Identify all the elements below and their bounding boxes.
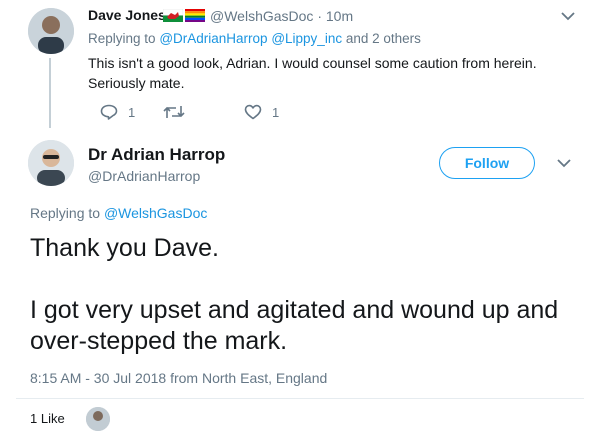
author-name[interactable]: Dr Adrian Harrop <box>88 145 225 165</box>
chevron-down-icon[interactable] <box>560 9 576 27</box>
replying-to-prefix: Replying to <box>88 31 156 46</box>
reply-count: 1 <box>128 104 136 120</box>
tweet-timestamp[interactable]: 8:15 AM - 30 Jul 2018 from North East, E… <box>30 370 327 386</box>
reply-button[interactable]: 1 <box>100 104 135 120</box>
time-separator: · <box>317 8 322 24</box>
tweet-time[interactable]: 10m <box>326 8 353 24</box>
mention-link[interactable]: @Lippy_inc <box>271 31 342 46</box>
like-count: 1 <box>272 104 280 120</box>
mention-link[interactable]: @WelshGasDoc <box>104 205 207 221</box>
author-handle[interactable]: @WelshGasDoc <box>210 8 313 24</box>
author-name[interactable]: Dave Jones <box>88 7 166 23</box>
likes-count[interactable]: 1 Like <box>30 411 65 426</box>
replying-to-others[interactable]: and 2 others <box>346 31 421 46</box>
wales-flag-icon <box>163 9 183 22</box>
tweet-paragraph: I got very upset and agitated and wound … <box>30 296 559 355</box>
avatar-image <box>28 8 74 54</box>
thread-connector-line <box>49 58 51 128</box>
retweet-button[interactable] <box>163 104 195 120</box>
mention-link[interactable]: @DrAdrianHarrop <box>159 31 267 46</box>
tweet-paragraph: Thank you Dave. <box>30 234 219 262</box>
author-handle[interactable]: @DrAdrianHarrop <box>88 168 200 184</box>
replying-to-line: Replying to @DrAdrianHarrop @Lippy_inc a… <box>88 31 421 46</box>
heart-icon <box>244 104 262 120</box>
rainbow-flag-icon <box>185 9 205 22</box>
replying-to-prefix: Replying to <box>30 205 101 221</box>
avatar-adrian-harrop[interactable] <box>28 140 74 186</box>
name-emoji-flags <box>163 9 205 22</box>
author-handle-and-time[interactable]: @WelshGasDoc · 10m <box>210 8 353 24</box>
tweet-text: This isn't a good look, Adrian. I would … <box>88 55 537 91</box>
liker-avatar[interactable] <box>86 407 110 431</box>
avatar-image <box>28 140 74 186</box>
tweet-text: Thank you Dave. I got very upset and agi… <box>30 233 590 357</box>
chevron-down-icon[interactable] <box>556 156 572 174</box>
retweet-icon <box>163 106 185 118</box>
follow-button[interactable]: Follow <box>439 147 535 179</box>
avatar-image <box>86 407 110 431</box>
avatar-dave-jones[interactable] <box>28 8 74 54</box>
reply-icon <box>100 104 118 120</box>
replying-to-line: Replying to @WelshGasDoc <box>30 205 207 221</box>
like-button[interactable]: 1 <box>244 104 279 120</box>
divider <box>16 398 584 399</box>
